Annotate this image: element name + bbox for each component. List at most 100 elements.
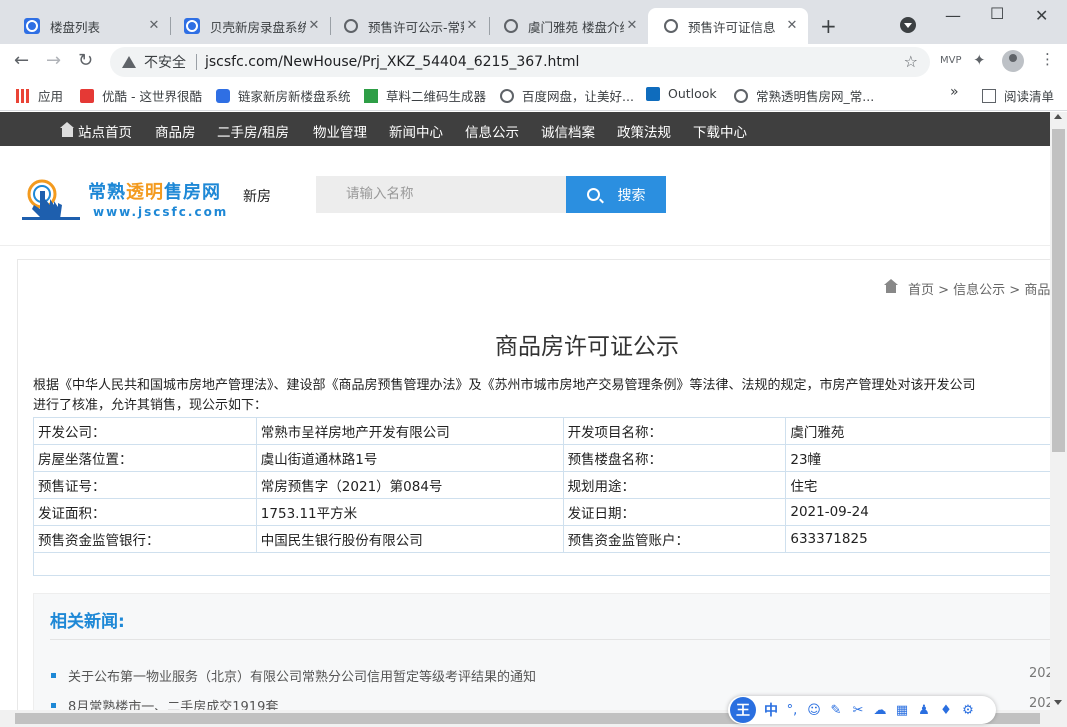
field-label: 预售资金监管账户： xyxy=(562,525,787,553)
new-tab-button[interactable]: + xyxy=(820,14,837,38)
home-icon xyxy=(884,278,898,293)
search-input[interactable]: 请输入名称 xyxy=(316,176,566,213)
bookmark-qrcode[interactable]: 草料二维码生成器 xyxy=(364,86,486,105)
skin-icon[interactable]: ♦ xyxy=(938,703,954,718)
close-icon[interactable]: ✕ xyxy=(306,18,322,34)
profile-avatar[interactable] xyxy=(1002,50,1024,72)
bookmark-jscsfc[interactable]: 常熟透明售房网_常... xyxy=(734,86,874,105)
keyboard-icon[interactable]: ▦ xyxy=(894,703,910,718)
logo-hand-icon[interactable] xyxy=(22,179,80,221)
field-value: 2021-09-24 xyxy=(785,498,1050,526)
maximize-icon[interactable]: ☐ xyxy=(990,4,1004,23)
pen-icon[interactable]: ✎ xyxy=(828,703,844,718)
ime-logo[interactable]: 王 xyxy=(730,697,756,723)
nav-news[interactable]: 新闻中心 xyxy=(389,121,443,141)
nav-credit[interactable]: 诚信档案 xyxy=(541,121,595,141)
bookmark-lianjia[interactable]: 链家新房新楼盘系统 xyxy=(216,86,351,105)
bookmark-apps[interactable]: 应用 xyxy=(16,86,63,105)
tab-3[interactable]: 虞门雅苑 楼盘介绍 ✕ xyxy=(488,8,648,44)
globe-icon xyxy=(500,88,514,103)
tab-2[interactable]: 预售许可公示-常熟 ✕ xyxy=(328,8,488,44)
cloud-icon[interactable]: ☁ xyxy=(872,703,888,718)
settings-gear-icon[interactable]: ⚙ xyxy=(960,703,976,718)
emoji-icon[interactable]: ☺ xyxy=(806,703,822,718)
nav-property[interactable]: 物业管理 xyxy=(313,121,367,141)
breadcrumb-text[interactable]: 首页 > 信息公示 > 商品 xyxy=(908,279,1050,298)
window-close-icon[interactable]: ✕ xyxy=(1035,6,1048,25)
field-value: 常熟市呈祥房地产开发有限公司 xyxy=(255,417,564,445)
tab-title: 楼盘列表 xyxy=(50,19,101,35)
field-label: 开发公司： xyxy=(33,417,257,445)
punctuation-icon[interactable]: °, xyxy=(784,703,800,718)
field-label: 预售证号： xyxy=(33,471,257,499)
field-label: 预售楼盘名称： xyxy=(562,444,787,472)
ime-mode[interactable]: 中 xyxy=(764,700,778,720)
field-label: 发证面积： xyxy=(33,498,257,526)
nav-new-house[interactable]: 商品房 xyxy=(155,121,196,141)
tab-title: 贝壳新房录盘系统 xyxy=(210,19,306,35)
nav-info[interactable]: 信息公示 xyxy=(465,121,519,141)
bookmark-label: 百度网盘，让美好... xyxy=(522,89,634,104)
table-row: 预售资金监管银行： 中国民生银行股份有限公司 预售资金监管账户： 6333718… xyxy=(33,525,1050,553)
bookmark-label: 常熟透明售房网_常... xyxy=(756,89,875,104)
scissors-icon[interactable]: ✂ xyxy=(850,703,866,718)
mvp-extension-icon[interactable]: MVP xyxy=(940,55,962,66)
search-button[interactable]: 搜索 xyxy=(566,176,666,213)
home-icon xyxy=(60,122,74,137)
divider xyxy=(50,639,1050,640)
tab-search-icon[interactable] xyxy=(900,17,916,33)
bookmark-outlook[interactable]: Outlook xyxy=(646,86,717,101)
bookmark-youku[interactable]: 优酷 - 这世界很酷 xyxy=(80,86,202,105)
lianjia-icon xyxy=(216,88,230,103)
scrollbar-thumb[interactable] xyxy=(1052,129,1065,452)
news-date: 202 xyxy=(1029,666,1050,681)
close-icon[interactable]: ✕ xyxy=(464,18,480,34)
address-bar[interactable]: 不安全 jscsfc.com/NewHouse/Prj_XKZ_54404_62… xyxy=(110,47,930,77)
reading-list-button[interactable]: 阅读清单 xyxy=(982,86,1054,105)
qrcode-icon xyxy=(364,88,378,103)
tab-title: 预售许可证信息 xyxy=(688,19,776,35)
close-icon[interactable]: ✕ xyxy=(146,18,162,34)
nav-second-hand[interactable]: 二手房/租房 xyxy=(217,121,289,141)
bookmark-label: 草料二维码生成器 xyxy=(386,89,487,104)
back-icon[interactable]: ← xyxy=(14,50,29,71)
news-item[interactable]: 8月常熟楼市一、二手房成交1919套 xyxy=(51,696,278,710)
close-icon[interactable]: ✕ xyxy=(784,18,800,34)
news-date: 202 xyxy=(1029,696,1050,710)
puzzle-icon[interactable]: ✦ xyxy=(973,51,986,69)
close-icon[interactable]: ✕ xyxy=(624,18,640,34)
site-header: 常熟透明售房网 www.jscsfc.com 新房 请输入名称 搜索 xyxy=(0,146,1050,246)
nav-home[interactable]: 站点首页 xyxy=(60,121,132,141)
site-nav: 站点首页 商品房 二手房/租房 物业管理 新闻中心 信息公示 诚信档案 政策法规… xyxy=(0,112,1050,146)
bookmark-baidu-pan[interactable]: 百度网盘，让美好... xyxy=(500,86,634,105)
vertical-scrollbar[interactable] xyxy=(1050,112,1067,710)
minimize-icon[interactable]: — xyxy=(945,6,961,25)
more-bookmarks-button[interactable]: » xyxy=(950,84,959,100)
star-icon[interactable]: ☆ xyxy=(904,52,918,71)
apps-grid-icon xyxy=(16,88,30,103)
search-button-label: 搜索 xyxy=(617,187,646,204)
tab-1[interactable]: 贝壳新房录盘系统 ✕ xyxy=(168,8,330,44)
nav-download[interactable]: 下载中心 xyxy=(693,121,747,141)
page-viewport: 站点首页 商品房 二手房/租房 物业管理 新闻中心 信息公示 诚信档案 政策法规… xyxy=(0,112,1050,710)
scroll-up-icon[interactable] xyxy=(1054,114,1062,119)
logo-title[interactable]: 常熟透明售房网 xyxy=(88,178,221,204)
tab-4-active[interactable]: 预售许可证信息 ✕ xyxy=(648,8,808,44)
news-heading: 相关新闻: xyxy=(50,612,125,632)
empty-table-row xyxy=(33,552,1050,576)
menu-icon[interactable]: ⋮ xyxy=(1040,50,1055,68)
logo-title-part: 常熟 xyxy=(88,182,126,203)
user-icon[interactable]: ♟ xyxy=(916,703,932,718)
field-label: 房屋坐落位置： xyxy=(33,444,257,472)
table-row: 开发公司： 常熟市呈祥房地产开发有限公司 开发项目名称： 虞门雅苑 xyxy=(33,417,1050,445)
url-text[interactable]: jscsfc.com/NewHouse/Prj_XKZ_54404_6215_3… xyxy=(205,54,579,70)
tab-0[interactable]: 楼盘列表 ✕ xyxy=(8,8,170,44)
scroll-down-icon[interactable] xyxy=(1054,700,1062,705)
nav-policy[interactable]: 政策法规 xyxy=(617,121,671,141)
header-category[interactable]: 新房 xyxy=(243,186,271,206)
beike-favicon-icon xyxy=(184,18,200,34)
news-item[interactable]: 关于公布第一物业服务（北京）有限公司常熟分公司信用暂定等级考评结果的通知 xyxy=(51,666,536,685)
field-value: 23幢 xyxy=(785,444,1050,472)
forward-icon[interactable]: → xyxy=(46,50,61,71)
reload-icon[interactable]: ↻ xyxy=(78,50,93,71)
